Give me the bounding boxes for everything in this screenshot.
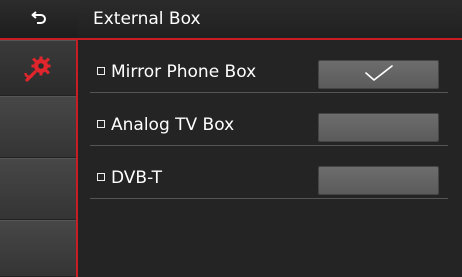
settings-gears-icon [23, 41, 53, 87]
list-item-dvb-t[interactable]: DVB-T [90, 146, 448, 199]
checkbox-icon [97, 173, 105, 181]
sidebar [0, 40, 78, 277]
analog-tv-box-toggle[interactable] [318, 113, 439, 142]
options-list: Mirror Phone Box Analog TV Box DVB-T [78, 40, 462, 277]
app-window: External Box Mirror Phone Box Analog TV … [0, 0, 462, 277]
option-label: DVB-T [111, 168, 163, 188]
checkmark-icon [363, 63, 395, 87]
dvb-t-toggle[interactable] [318, 166, 439, 195]
list-item-analog-tv-box[interactable]: Analog TV Box [90, 93, 448, 146]
back-arrow-icon [31, 9, 47, 29]
option-label: Analog TV Box [111, 115, 235, 135]
checkbox-icon [97, 120, 105, 128]
header-bar: External Box [78, 0, 462, 40]
page-title: External Box [93, 9, 201, 29]
mirror-phone-box-toggle[interactable] [318, 60, 439, 89]
sidebar-tab-3[interactable] [0, 158, 76, 220]
list-item-mirror-phone-box[interactable]: Mirror Phone Box [90, 40, 448, 93]
option-label: Mirror Phone Box [111, 62, 257, 82]
sidebar-tab-4[interactable] [0, 220, 76, 277]
sidebar-tab-settings[interactable] [0, 40, 76, 96]
back-button[interactable] [0, 0, 78, 40]
checkbox-icon [97, 67, 105, 75]
sidebar-tab-2[interactable] [0, 96, 76, 158]
